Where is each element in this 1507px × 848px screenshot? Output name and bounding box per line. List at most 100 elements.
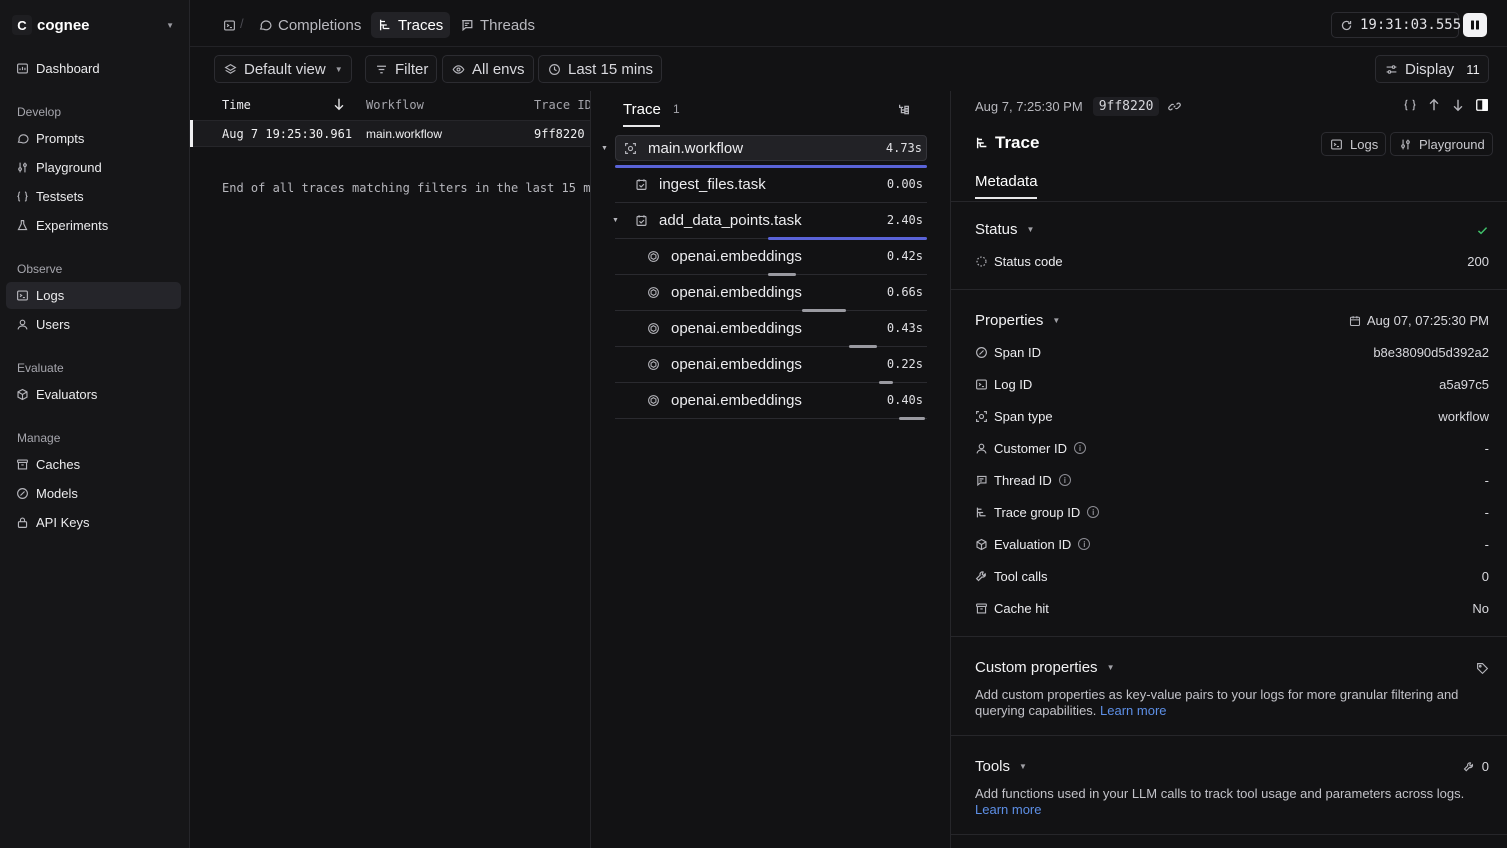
sidebar-item-models[interactable]: Models <box>6 480 181 507</box>
tab-metadata[interactable]: Metadata <box>975 173 1038 190</box>
chevron-down-icon: ▼ <box>1026 225 1035 234</box>
property-row: Customer ID i - <box>975 438 1489 458</box>
openai-icon <box>646 393 660 407</box>
span-name: openai.embeddings <box>671 355 802 373</box>
property-row: Tool calls 0 <box>975 566 1489 586</box>
property-label: Customer ID <box>994 440 1067 456</box>
tab-completions[interactable]: Completions <box>251 12 368 38</box>
pause-button[interactable] <box>1463 13 1487 37</box>
sidebar-item-testsets[interactable]: Testsets <box>6 183 181 210</box>
info-icon[interactable]: i <box>1073 442 1086 454</box>
property-row: Span type workflow <box>975 406 1489 426</box>
filter-button[interactable]: Filter <box>365 55 438 83</box>
custom-properties-section-header[interactable]: Custom properties ▼ <box>975 659 1114 676</box>
evaluation-icon <box>975 538 988 551</box>
column-header-workflow[interactable]: Workflow <box>366 98 424 112</box>
span-timeline-track <box>615 202 927 203</box>
property-label: Span type <box>994 408 1053 424</box>
sidebar-item-api-keys[interactable]: API Keys <box>6 509 181 536</box>
link-icon[interactable] <box>1167 100 1181 114</box>
info-icon[interactable]: i <box>1078 538 1091 550</box>
org-logo: C <box>12 15 32 35</box>
sidebar-item-caches[interactable]: Caches <box>6 451 181 478</box>
arrow-down-icon[interactable] <box>332 97 346 111</box>
span-row[interactable]: openai.embeddings 0.22s <box>615 351 927 377</box>
span-row[interactable]: ▼ add_data_points.task 2.40s <box>612 207 927 233</box>
status-section-header[interactable]: Status ▼ <box>975 221 1034 238</box>
active-tab-indicator <box>623 125 660 127</box>
terminal-icon[interactable] <box>222 18 236 32</box>
thread-icon <box>460 18 474 32</box>
sidebar-item-experiments[interactable]: Experiments <box>6 212 181 239</box>
cell-workflow: main.workflow <box>366 127 443 141</box>
log-id-icon <box>975 378 988 391</box>
property-label: Evaluation ID <box>994 536 1072 552</box>
chevron-down-icon[interactable]: ▼ <box>601 145 608 152</box>
sidebar-item-dashboard[interactable]: Dashboard <box>6 55 181 82</box>
playground-button[interactable]: Playground <box>1390 132 1493 156</box>
tab-label: Completions <box>278 16 362 34</box>
tool-icon <box>975 570 988 583</box>
env-selector[interactable]: All envs <box>442 55 534 83</box>
openai-icon <box>646 321 660 335</box>
panel-toggle-icon[interactable] <box>1475 98 1489 112</box>
display-button[interactable]: Display 11 <box>1375 55 1489 83</box>
tab-trace[interactable]: Trace <box>623 101 661 118</box>
span-timeline-track <box>615 418 927 419</box>
column-header-trace-id[interactable]: Trace ID <box>534 98 590 112</box>
arrow-up-icon[interactable] <box>1427 98 1441 112</box>
tree-view-icon[interactable] <box>897 103 911 117</box>
tag-icon[interactable] <box>1475 661 1489 675</box>
properties-date-text: Aug 07, 07:25:30 PM <box>1366 313 1489 328</box>
settings-sliders-icon <box>1384 62 1398 76</box>
span-row[interactable]: openai.embeddings 0.43s <box>615 315 927 341</box>
span-row[interactable]: openai.embeddings 0.66s <box>615 279 927 305</box>
sidebar-item-evaluators[interactable]: Evaluators <box>6 381 181 408</box>
sidebar-item-users[interactable]: Users <box>6 311 181 338</box>
trace-count: 1 <box>673 102 680 116</box>
tab-traces[interactable]: Traces <box>371 12 451 38</box>
custom-properties-title: Custom properties <box>975 659 1098 676</box>
view-selector[interactable]: Default view ▼ <box>214 55 352 83</box>
tools-section-header[interactable]: Tools ▼ <box>975 758 1027 775</box>
properties-section-header[interactable]: Properties ▼ <box>975 312 1060 329</box>
display-label: Display <box>1405 60 1455 78</box>
span-timeline-bar <box>878 381 893 384</box>
span-row[interactable]: ▼ main.workflow 4.73s <box>601 135 927 161</box>
status-title: Status <box>975 221 1018 238</box>
logs-button[interactable]: Logs <box>1321 132 1387 156</box>
live-clock[interactable]: 19:31:03.555 <box>1331 12 1461 38</box>
org-switcher[interactable]: C cognee ▼ <box>12 12 178 38</box>
code-braces-icon[interactable] <box>1403 98 1417 112</box>
org-name: cognee <box>37 16 90 34</box>
span-row[interactable]: ingest_files.task 0.00s <box>615 171 927 197</box>
info-icon[interactable]: i <box>1058 474 1071 486</box>
sidebar-item-logs[interactable]: Logs <box>6 282 181 309</box>
span-row[interactable]: openai.embeddings 0.40s <box>615 387 927 413</box>
check-icon <box>1475 223 1489 237</box>
span-row[interactable]: openai.embeddings 0.42s <box>615 243 927 269</box>
property-value: - <box>1484 536 1489 552</box>
learn-more-link[interactable]: Learn more <box>1100 703 1166 718</box>
chat-bubble-icon <box>258 18 272 32</box>
sidebar-item-playground[interactable]: Playground <box>6 154 181 181</box>
span-id-icon <box>975 346 988 359</box>
sidebar-item-prompts[interactable]: Prompts <box>6 125 181 152</box>
tab-threads[interactable]: Threads <box>453 12 542 38</box>
time-range-selector[interactable]: Last 15 mins <box>538 55 663 83</box>
property-value: - <box>1484 472 1489 488</box>
table-row[interactable]: Aug 7 19:25:30.961 main.workflow 9ff8220 <box>190 120 590 147</box>
detail-trace-id[interactable]: 9ff8220 <box>1092 97 1160 116</box>
section-develop: Develop <box>17 105 62 119</box>
arrow-down-icon[interactable] <box>1451 98 1465 112</box>
info-icon[interactable]: i <box>1087 506 1100 518</box>
property-value: 0 <box>1481 568 1489 584</box>
span-timeline-bar <box>898 417 926 420</box>
chat-bubble-icon <box>16 132 29 145</box>
chevron-down-icon[interactable]: ▼ <box>612 217 619 224</box>
learn-more-link[interactable]: Learn more <box>975 802 1041 817</box>
column-header-time[interactable]: Time <box>222 98 251 112</box>
sidebar-item-label: Logs <box>36 288 65 303</box>
property-value: No <box>1472 600 1489 616</box>
property-value: 200 <box>1467 253 1489 269</box>
